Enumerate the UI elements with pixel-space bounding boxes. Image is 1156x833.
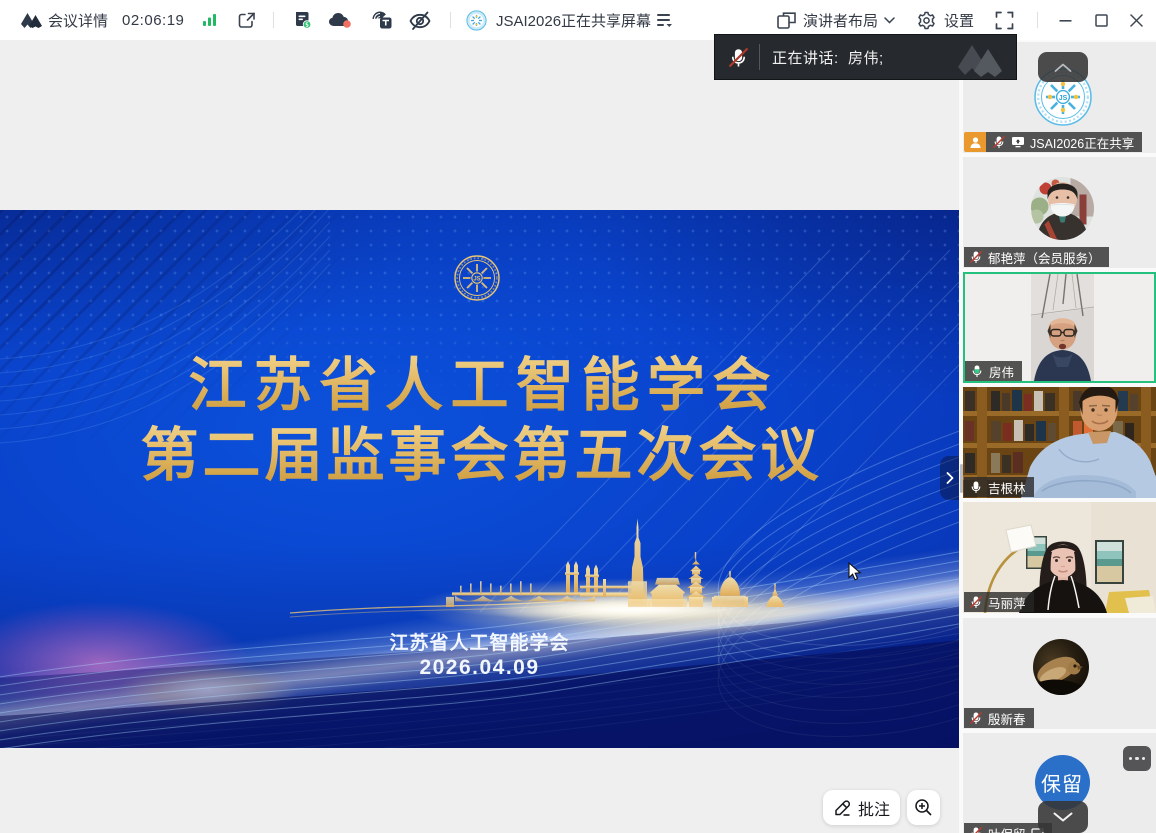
slide-footer-date: 2026.04.09 [0,656,959,680]
chevron-down-icon [884,17,895,24]
avatar-initials-text: 保留 [1041,768,1083,797]
host-badge [964,132,986,152]
video-frame [1031,274,1094,381]
fullscreen-icon [995,11,1014,30]
minimize-icon [1059,14,1072,27]
close-icon [1130,14,1143,27]
scroll-participants-up-button[interactable] [1038,52,1088,82]
scroll-participants-down-button[interactable] [1038,801,1088,833]
mic-muted-icon [969,595,983,609]
sharing-status: JSAI2026正在共享屏幕 [496,0,651,40]
mic-muted-icon [969,711,983,725]
toolbar-divider [273,12,274,28]
sharing-options-button[interactable] [656,0,673,40]
participant-name-label: 郁艳萍（会员服务） [964,247,1109,267]
association-emblem: JS [454,255,500,301]
signal-bars-icon [202,13,218,27]
screen-sharing-icon [1011,136,1025,148]
participant-tile-jigenlin[interactable]: 吉根林 [963,387,1156,498]
hide-view-button[interactable] [408,0,432,40]
banner-watermark-logo [950,39,1008,79]
photo-avatar [1033,639,1089,695]
external-window-icon [238,12,256,29]
window-maximize-button[interactable] [1088,0,1114,40]
participant-more-options-button[interactable] [1123,746,1151,771]
mouse-cursor [848,562,862,582]
list-dropdown-icon [656,13,673,27]
meeting-notes-button[interactable] [293,0,313,40]
slide-footer-org: 江苏省人工智能学会 [0,628,959,655]
eye-off-icon [408,11,432,30]
network-signal-icon[interactable] [202,0,218,40]
participant-name-label: 殷新春 [964,708,1034,728]
mic-muted-icon [992,135,1006,149]
zoom-in-button[interactable] [907,790,940,825]
participant-name: 马丽萍 [988,593,1026,612]
participant-name: 殷新春 [988,709,1026,728]
svg-text:JS: JS [473,276,480,282]
meeting-details-button[interactable]: 会议详情 [48,0,108,40]
participant-name-label: 房伟 [965,361,1022,381]
participant-tile-maliping[interactable]: 马丽萍 [963,502,1156,613]
window-close-button[interactable] [1123,0,1149,40]
host-person-icon [969,136,982,149]
svg-text:JS: JS [1059,95,1068,102]
window-minimize-button[interactable] [1052,0,1078,40]
participant-name-label: 吉根林 [964,477,1034,497]
more-dots-icon [1129,757,1133,761]
chevron-down-icon [1053,812,1073,822]
participant-name-label: 马丽萍 [964,592,1034,612]
zoom-in-icon [914,798,933,817]
annotate-button[interactable]: 批注 [823,790,900,825]
participant-name: 郁艳萍（会员服务） [988,248,1101,267]
participant-name: 叶保留 [988,824,1026,833]
gear-icon [917,11,936,30]
chevron-up-icon [1054,63,1072,72]
participant-tile-fangwei[interactable]: 房伟 [963,272,1156,383]
open-in-window-button[interactable] [238,0,256,40]
meeting-window: JS 江苏省人工智能学会 第二届监事会第五次会议 江苏省人工智能学会 2026.… [0,0,1156,833]
banner-divider [759,44,760,70]
participant-name: 房伟 [989,362,1014,381]
toolbar-divider [1037,12,1038,28]
participant-name: JSAI2026正在共享 [1030,133,1134,152]
mic-speaking-icon [970,364,984,378]
mic-muted-icon [969,826,983,833]
jsai-logo-icon [466,10,487,31]
layout-icon [777,12,796,29]
mic-muted-icon [728,47,749,68]
maximize-icon [1095,14,1108,27]
speaking-indicator-banner: 正在讲话: 房伟; [714,34,1017,80]
toolbar-divider [450,12,451,28]
settings-label: 设置 [944,10,974,31]
participants-sidebar: JS JSAI2026 [963,40,1156,833]
mic-on-icon [969,480,983,494]
meeting-app-icon [21,13,45,28]
mic-muted-icon [969,250,983,264]
slide-title-line2: 第二届监事会第五次会议 [0,408,959,492]
pencil-icon [833,798,852,817]
participant-name: 吉根林 [988,478,1026,497]
sidebar-scrollbar[interactable] [960,464,963,493]
transcription-icon [371,10,393,30]
cloud-icon [328,11,355,29]
photo-avatar [1031,177,1094,240]
document-icon [293,11,313,30]
shared-screen-area: JS 江苏省人工智能学会 第二届监事会第五次会议 江苏省人工智能学会 2026.… [0,40,959,833]
sidebar-expand-handle[interactable] [940,456,959,500]
annotate-label: 批注 [858,796,890,820]
participant-tile-yuyanping[interactable]: 郁艳萍（会员服务） [963,157,1156,268]
app-logo-icon[interactable] [21,0,45,40]
live-transcription-button[interactable] [371,0,393,40]
participant-tile-yinxinchun[interactable]: 殷新春 [963,618,1156,729]
participant-name-label: JSAI2026正在共享 [986,132,1142,152]
layout-selector-label: 演讲者布局 [803,10,878,31]
presentation-slide: JS 江苏省人工智能学会 第二届监事会第五次会议 江苏省人工智能学会 2026.… [0,210,959,748]
sharer-avatar [466,0,487,40]
cloud-recording-button[interactable] [328,0,355,40]
meeting-timer: 02:06:19 [122,0,184,40]
meeting-details-label: 会议详情 [48,10,108,31]
speaking-text: 正在讲话: 房伟; [772,47,884,68]
chevron-right-icon [946,472,954,484]
